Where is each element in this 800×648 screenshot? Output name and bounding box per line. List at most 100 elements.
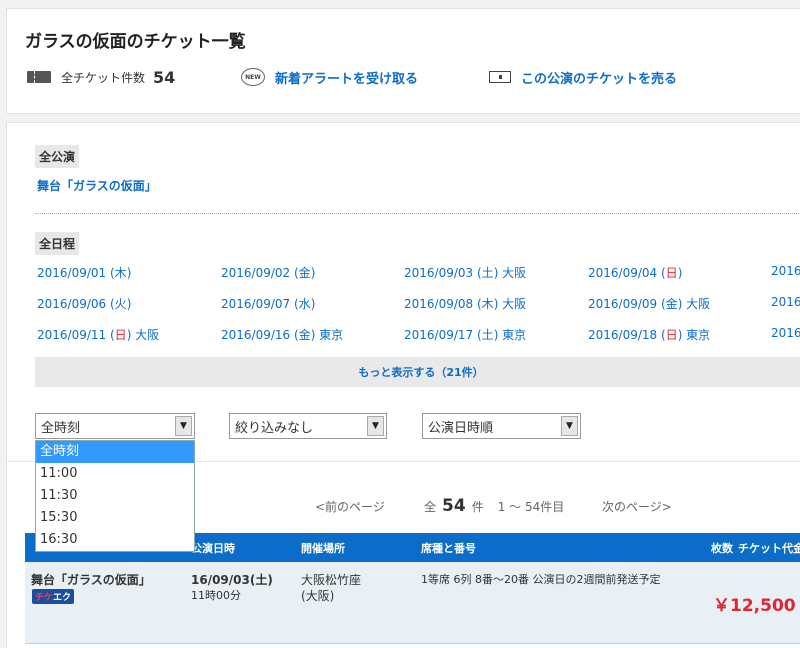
date-text: 2016/09/09 ( xyxy=(588,297,666,311)
date-link[interactable]: 2016/09/17 (土) 東京 xyxy=(404,326,526,343)
prev-page-label[interactable]: <前のページ xyxy=(315,498,385,515)
date-text: 2016/ xyxy=(771,264,800,278)
narrow-select-value: 絞り込みなし xyxy=(235,420,314,436)
date-link[interactable]: 2016/ xyxy=(771,295,800,309)
date-link[interactable]: 2016/09/01 (木) xyxy=(37,264,131,281)
column-header-count: 枚数 xyxy=(711,542,733,555)
date-link[interactable]: 2016/09/18 (日) 東京 xyxy=(588,326,710,343)
date-link[interactable]: 2016/09/02 (金) xyxy=(221,264,315,281)
date-text: 2016/09/06 ( xyxy=(37,297,115,311)
row-venue: 大阪松竹座 xyxy=(301,573,362,587)
time-option[interactable]: 全時刻 xyxy=(36,441,194,463)
date-text: 2016/ xyxy=(771,326,800,340)
time-select-value: 全時刻 xyxy=(41,420,81,436)
time-option[interactable]: 16:30 xyxy=(36,529,194,551)
header-card: ガラスの仮面のチケット一覧 全チケット件数 54 NEW 新着アラートを受け取る… xyxy=(6,8,800,114)
date-suffix: ) 大阪 xyxy=(126,328,160,342)
date-weekday: 土 xyxy=(481,328,494,342)
date-weekday: 金 xyxy=(298,328,311,342)
row-price: ￥12,500 xyxy=(713,596,796,616)
time-select[interactable]: 全時刻 ▼ xyxy=(35,413,195,439)
date-weekday: 金 xyxy=(665,297,678,311)
chevron-down-icon[interactable]: ▼ xyxy=(367,416,384,436)
all-performances-tag: 全公演 xyxy=(35,145,80,168)
date-weekday: 火 xyxy=(114,297,127,311)
date-suffix: ) xyxy=(677,266,683,280)
date-weekday: 木 xyxy=(481,297,494,311)
ticket-icon xyxy=(27,71,51,83)
prev-page-link[interactable]: <前のページ xyxy=(315,495,385,517)
date-weekday: 土 xyxy=(481,266,494,280)
time-option[interactable]: 15:30 xyxy=(36,507,194,529)
result-count-value: 54 xyxy=(442,496,466,516)
time-option[interactable]: 11:00 xyxy=(36,463,194,485)
date-text: 2016/09/16 ( xyxy=(221,328,299,342)
row-area: (大阪) xyxy=(301,589,335,603)
date-text: 2016/09/01 ( xyxy=(37,266,115,280)
column-header-price: チケット代金 xyxy=(738,542,800,555)
chevron-down-icon[interactable]: ▼ xyxy=(175,416,192,436)
date-suffix: ) xyxy=(126,297,132,311)
date-weekday: 水 xyxy=(298,297,311,311)
date-link[interactable]: 2016/09/08 (木) 大阪 xyxy=(404,295,526,312)
main-card: 全公演 舞台「ガラスの仮面」 全日程 2016/09/01 (木) 2016/09… xyxy=(6,122,800,648)
alert-link-label[interactable]: 新着アラートを受け取る xyxy=(275,68,418,87)
page-title: ガラスの仮面のチケット一覧 xyxy=(25,32,246,52)
date-link[interactable]: 2016/09/16 (金) 東京 xyxy=(221,326,343,343)
time-option[interactable]: 11:30 xyxy=(36,485,194,507)
divider xyxy=(35,213,800,214)
result-count: 全 54 件 1 〜 54件目 xyxy=(424,495,564,517)
column-header-seat: 席種と番号 xyxy=(421,542,476,555)
date-link[interactable]: 2016/09/09 (金) 大阪 xyxy=(588,295,710,312)
date-suffix: ) 大阪 xyxy=(493,297,527,311)
date-suffix: ) 大阪 xyxy=(677,297,711,311)
chevron-down-icon[interactable]: ▼ xyxy=(561,416,578,436)
show-more-link[interactable]: もっと表示する（21件） xyxy=(358,364,483,380)
table-row[interactable]: 舞台「ガラスの仮面」 チケエク 16/09/03(土) 11時00分 大阪松竹座… xyxy=(25,562,800,644)
date-text: 2016/09/08 ( xyxy=(404,297,482,311)
sort-select-value: 公演日時順 xyxy=(428,420,494,436)
date-link[interactable]: 2016/09/11 (日) 大阪 xyxy=(37,326,159,343)
new-icon: NEW xyxy=(241,68,265,86)
alert-link[interactable]: NEW 新着アラートを受け取る xyxy=(241,67,418,87)
all-dates-tag: 全日程 xyxy=(35,232,80,255)
date-link[interactable]: 2016/09/03 (土) 大阪 xyxy=(404,264,526,281)
date-weekday: 日 xyxy=(114,328,127,342)
date-link[interactable]: 2016/09/07 (水) xyxy=(221,295,315,312)
date-text: 2016/09/18 ( xyxy=(588,328,666,342)
performance-link[interactable]: 舞台「ガラスの仮面」 xyxy=(37,177,157,194)
ticket-count-value: 54 xyxy=(153,67,176,87)
row-date: 16/09/03(土) xyxy=(191,573,273,587)
narrow-select[interactable]: 絞り込みなし ▼ xyxy=(229,413,387,439)
row-title[interactable]: 舞台「ガラスの仮面」 xyxy=(31,571,151,588)
date-link[interactable]: 2016/ xyxy=(771,264,800,278)
result-count-prefix: 全 xyxy=(424,499,437,514)
column-header-date: 公演日時 xyxy=(191,542,235,555)
column-header-venue: 開催場所 xyxy=(301,542,345,555)
next-page-link[interactable]: 次のページ> xyxy=(602,495,672,517)
badge-part-a: チケ xyxy=(35,593,54,603)
next-page-label[interactable]: 次のページ> xyxy=(602,498,672,515)
sort-select[interactable]: 公演日時順 ▼ xyxy=(422,413,581,439)
date-text: 2016/09/07 ( xyxy=(221,297,299,311)
date-suffix: ) xyxy=(310,266,316,280)
date-link[interactable]: 2016/09/04 (日) xyxy=(588,264,682,281)
date-text: 2016/09/04 ( xyxy=(588,266,666,280)
date-link[interactable]: 2016/ xyxy=(771,326,800,340)
ticket-count-label: 全チケット件数 xyxy=(61,70,146,85)
date-suffix: ) 東京 xyxy=(677,328,711,342)
ticket-count: 全チケット件数 54 xyxy=(27,67,175,87)
date-text: 2016/ xyxy=(771,295,800,309)
date-suffix: ) xyxy=(126,266,132,280)
date-weekday: 金 xyxy=(298,266,311,280)
show-more-bar: もっと表示する（21件） xyxy=(35,357,800,387)
ticket-sell-icon xyxy=(489,71,511,83)
date-text: 2016/09/02 ( xyxy=(221,266,299,280)
ticket-exchange-badge: チケエク xyxy=(32,589,75,604)
date-text: 2016/09/11 ( xyxy=(37,328,115,342)
badge-part-b: エク xyxy=(53,593,72,603)
result-count-suffix: 件 xyxy=(471,499,484,514)
date-link[interactable]: 2016/09/06 (火) xyxy=(37,295,131,312)
sell-link[interactable]: この公演のチケットを売る xyxy=(489,67,677,87)
sell-link-label[interactable]: この公演のチケットを売る xyxy=(521,68,677,87)
